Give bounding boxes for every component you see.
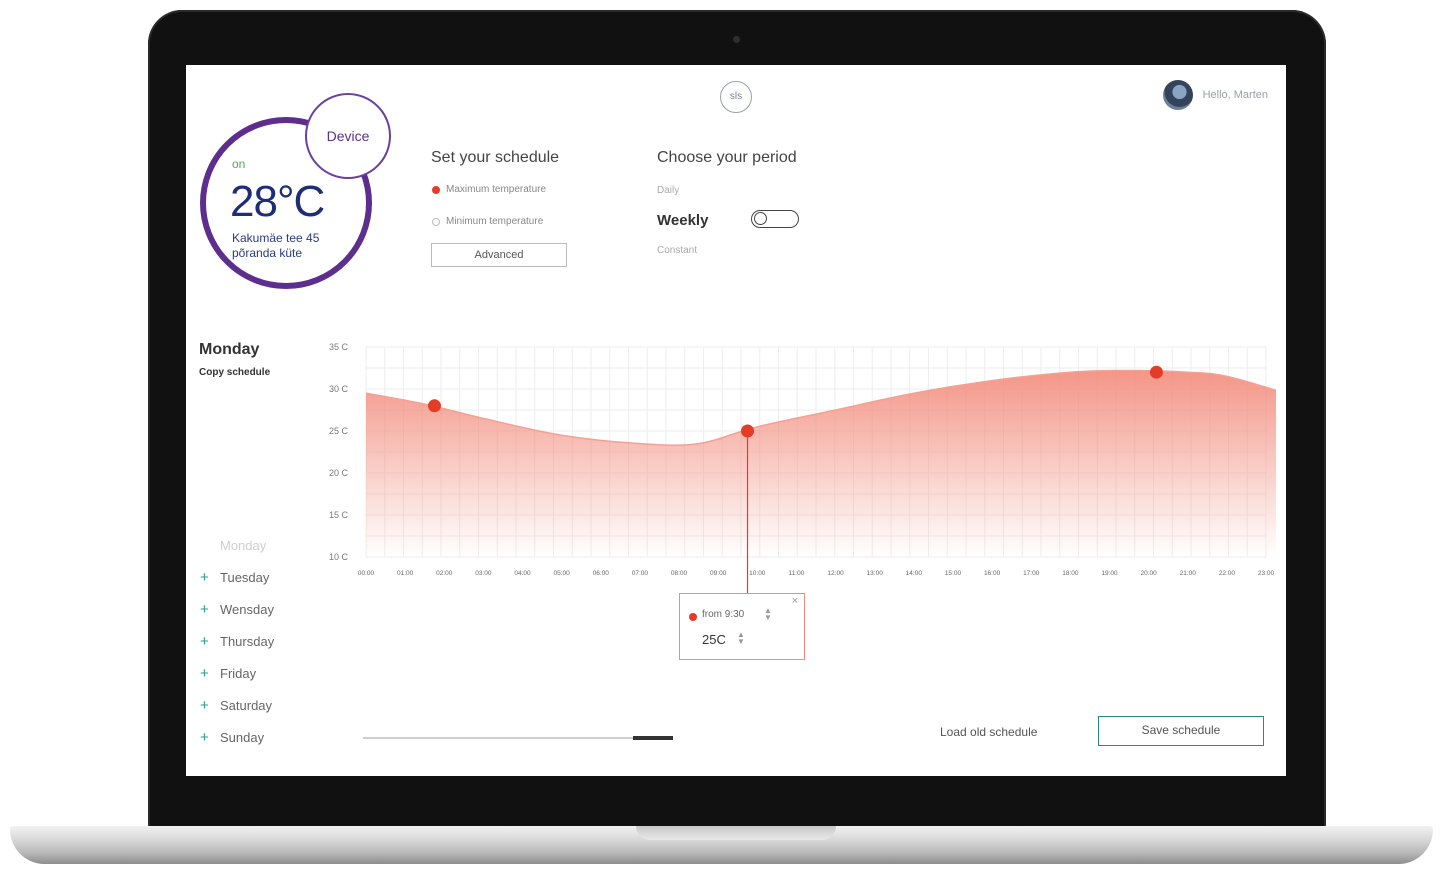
x-tick-label: 07:00 [632,570,649,577]
plus-icon: + [200,664,209,682]
period-option-constant[interactable]: Constant [657,245,697,256]
schedule-point[interactable] [741,424,755,438]
day-item-saturday[interactable]: + Saturday [200,689,274,721]
period-option-daily[interactable]: Daily [657,185,679,196]
plus-icon: + [200,568,209,586]
schedule-point[interactable] [1149,365,1163,379]
x-tick-label: 05:00 [554,570,571,577]
day-item-sunday[interactable]: + Sunday [200,721,274,753]
temp-stepper-icon[interactable]: ▲ ▼ [737,631,745,646]
schedule-title: Set your schedule [431,149,560,166]
plus-icon: + [200,632,209,650]
day-item-thursday[interactable]: + Thursday [200,625,274,657]
y-tick-label: 30 C [329,384,349,394]
plus-icon: + [200,728,209,746]
camera-icon [733,36,740,43]
load-old-schedule-button[interactable]: Load old schedule [940,725,1037,739]
day-label: Friday [220,665,257,681]
device-button[interactable]: Device [305,93,391,179]
close-icon[interactable]: × [792,595,798,607]
plus-icon: + [200,696,209,714]
greeting: Hello, Marten [1202,89,1268,101]
app-screen: sls Hello, Marten Device on 28°C Kakumäe… [186,65,1286,776]
x-tick-label: 06:00 [593,570,610,577]
legend-max-temp[interactable]: Maximum temperature [432,184,546,195]
temperature-area [366,370,1276,557]
y-tick-label: 25 C [329,426,349,436]
day-item-tuesday[interactable]: + Tuesday [200,561,274,593]
x-tick-label: 09:00 [710,570,727,577]
x-tick-label: 03:00 [475,570,492,577]
plus-icon: + [200,600,209,618]
max-temp-dot-icon [432,185,440,194]
day-item-friday[interactable]: + Friday [200,657,274,689]
period-title: Choose your period [657,149,797,166]
device-status: on [232,157,246,171]
x-tick-label: 20:00 [1140,570,1157,577]
timeline-scrollbar[interactable] [363,736,673,740]
temperature-chart[interactable]: 35 C 30 C 25 C 20 C 15 C 10 C 00:00 01:00 02:00 0… [316,335,1276,595]
x-tick-label: 00:00 [358,570,375,577]
y-tick-label: 35 C [329,342,349,352]
logo[interactable]: sls [720,81,752,113]
schedule-point[interactable] [427,399,441,413]
x-tick-label: 18:00 [1062,570,1079,577]
day-list: Monday + Tuesday + Wensday + Thursday + Frid… [200,529,274,753]
day-heading: Monday [199,341,260,358]
point-dot-icon [689,613,697,621]
day-item-wensday[interactable]: + Wensday [200,593,274,625]
time-field[interactable]: from 9:30 [702,609,744,620]
scrollbar-thumb[interactable] [633,736,673,740]
point-editor-tooltip[interactable]: × from 9:30 ▲ ▼ 25C ▲ ▼ [679,593,805,660]
x-tick-label: 22:00 [1219,570,1236,577]
avatar[interactable] [1162,80,1193,110]
legend-min-label: Minimum temperature [446,216,544,227]
toggle-knob [754,212,767,225]
day-label: Thursday [220,633,275,649]
x-tick-label: 08:00 [671,570,688,577]
x-tick-label: 23:00 [1258,570,1275,577]
y-tick-label: 15 C [329,510,349,520]
copy-schedule-link[interactable]: Copy schedule [199,367,270,378]
x-tick-label: 01:00 [397,570,414,577]
x-tick-label: 04:00 [514,570,531,577]
x-tick-label: 15:00 [945,570,962,577]
device-temperature: 28°C [230,177,325,226]
save-schedule-button[interactable]: Save schedule [1098,716,1264,746]
period-toggle[interactable] [751,210,799,228]
x-tick-label: 17:00 [1023,570,1040,577]
day-label: Sunday [220,729,265,745]
day-label: Saturday [220,697,273,713]
x-tick-label: 02:00 [436,570,453,577]
period-option-weekly[interactable]: Weekly [657,212,708,229]
x-tick-label: 16:00 [984,570,1001,577]
x-tick-label: 10:00 [749,570,766,577]
x-tick-label: 11:00 [789,570,805,577]
min-temp-dot-icon [432,217,440,226]
x-tick-label: 21:00 [1180,570,1197,577]
y-tick-label: 10 C [329,552,349,562]
user-menu[interactable]: Hello, Marten [1162,80,1268,110]
day-item-monday[interactable]: Monday [200,529,274,561]
x-tick-label: 19:00 [1101,570,1118,577]
y-tick-label: 20 C [329,468,349,478]
legend-max-label: Maximum temperature [446,184,547,195]
temperature-field[interactable]: 25C [702,632,726,647]
x-tick-label: 13:00 [867,570,884,577]
x-tick-label: 14:00 [906,570,923,577]
laptop-notch [636,826,836,840]
time-stepper-icon[interactable]: ▲ ▼ [764,607,772,622]
x-tick-label: 12:00 [827,570,844,577]
device-location: Kakumäe tee 45 põranda küte [232,231,320,260]
legend-min-temp[interactable]: Minimum temperature [432,216,543,227]
day-label: Wensday [220,601,274,617]
advanced-button[interactable]: Advanced [431,243,567,267]
day-label: Tuesday [220,569,270,585]
